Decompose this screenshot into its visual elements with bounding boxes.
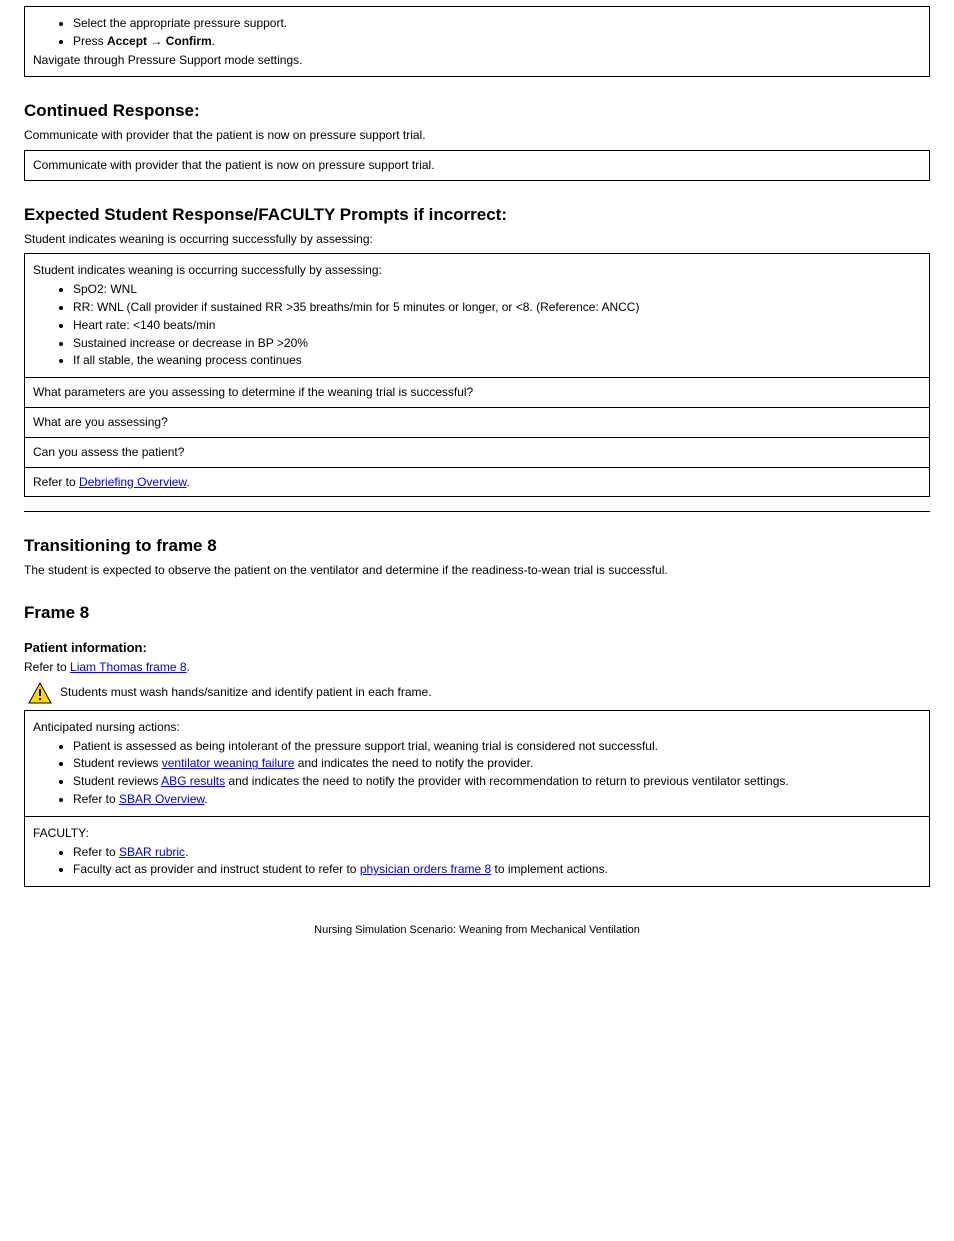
prompt-row-2: What are you assessing? — [25, 407, 929, 437]
top-bullet-1: Select the appropriate pressure support. — [73, 15, 921, 32]
top-post-line: Navigate through Pressure Support mode s… — [33, 52, 921, 69]
expected-bullet-5: If all stable, the weaning process conti… — [73, 352, 921, 369]
faculty-lead: FACULTY: — [33, 825, 921, 842]
expected-bullets: SpO2: WNL RR: WNL (Call provider if sust… — [33, 281, 921, 369]
weaning-failure-link[interactable]: ventilator weaning failure — [162, 756, 295, 770]
patient-info-label: Patient information: — [24, 639, 930, 657]
transition-heading: Transitioning to frame 8 — [24, 534, 930, 558]
warning-icon — [28, 682, 52, 704]
section-divider — [24, 511, 930, 512]
expected-bullet-4: Sustained increase or decrease in BP >20… — [73, 335, 921, 352]
expected-response-7-heading: Expected Student Response/FACULTY Prompt… — [24, 203, 930, 227]
patient-info-line: Refer to Liam Thomas frame 8. — [24, 659, 930, 676]
transition-text: The student is expected to observe the p… — [24, 562, 930, 579]
anticipated-actions-list: Patient is assessed as being intolerant … — [33, 738, 921, 808]
expected-response-7-lead: Student indicates weaning is occurring s… — [24, 231, 930, 248]
top-bullets: Select the appropriate pressure support.… — [33, 15, 921, 50]
prompt-row-3: Can you assess the patient? — [25, 437, 929, 467]
patient-info-link[interactable]: Liam Thomas frame 8 — [70, 660, 187, 674]
action-item-1: Patient is assessed as being intolerant … — [73, 738, 921, 755]
frame-8-heading: Frame 8 — [24, 601, 930, 625]
anticipated-actions-box: Anticipated nursing actions: Patient is … — [24, 710, 930, 887]
expected-bullet-1: SpO2: WNL — [73, 281, 921, 298]
sbar-rubric-link[interactable]: SBAR rubric — [119, 845, 185, 859]
continued-response-7-text: Communicate with provider that the patie… — [24, 127, 930, 144]
physician-orders-link[interactable]: physician orders frame 8 — [360, 862, 491, 876]
faculty-item-1: Refer to SBAR rubric. — [73, 844, 921, 861]
action-item-3: Student reviews ABG results and indicate… — [73, 773, 921, 790]
frame-top-box: Select the appropriate pressure support.… — [24, 6, 930, 77]
action-item-4: Refer to SBAR Overview. — [73, 791, 921, 808]
warning-row: Students must wash hands/sanitize and id… — [28, 682, 930, 704]
warning-text: Students must wash hands/sanitize and id… — [60, 684, 432, 701]
debriefing-overview-link[interactable]: Debriefing Overview — [79, 475, 186, 489]
faculty-subsection: FACULTY: Refer to SBAR rubric. Faculty a… — [25, 816, 929, 886]
prompt-row-1: What parameters are you assessing to det… — [25, 377, 929, 407]
faculty-item-2: Faculty act as provider and instruct stu… — [73, 861, 921, 878]
action-item-2: Student reviews ventilator weaning failu… — [73, 755, 921, 772]
continued-response-7-body: Communicate with provider that the patie… — [25, 151, 929, 180]
continued-response-7-framed: Communicate with provider that the patie… — [24, 150, 930, 181]
prompt-row-link: Refer to Debriefing Overview. — [25, 467, 929, 497]
continued-response-7-heading: Continued Response: — [24, 99, 930, 123]
expected-bullet-2: RR: WNL (Call provider if sustained RR >… — [73, 299, 921, 316]
faculty-list: Refer to SBAR rubric. Faculty act as pro… — [33, 844, 921, 879]
page-footer: Nursing Simulation Scenario: Weaning fro… — [24, 923, 930, 938]
top-bullet-2: Press Accept → Confirm. — [73, 33, 921, 50]
expected-response-7-framed: Student indicates weaning is occurring s… — [24, 253, 930, 497]
expected-bullet-3: Heart rate: <140 beats/min — [73, 317, 921, 334]
anticipated-actions-lead: Anticipated nursing actions: — [33, 719, 921, 736]
abg-results-link[interactable]: ABG results — [161, 774, 225, 788]
expected-lead-inbox: Student indicates weaning is occurring s… — [33, 262, 921, 279]
sbar-overview-link[interactable]: SBAR Overview — [119, 792, 204, 806]
